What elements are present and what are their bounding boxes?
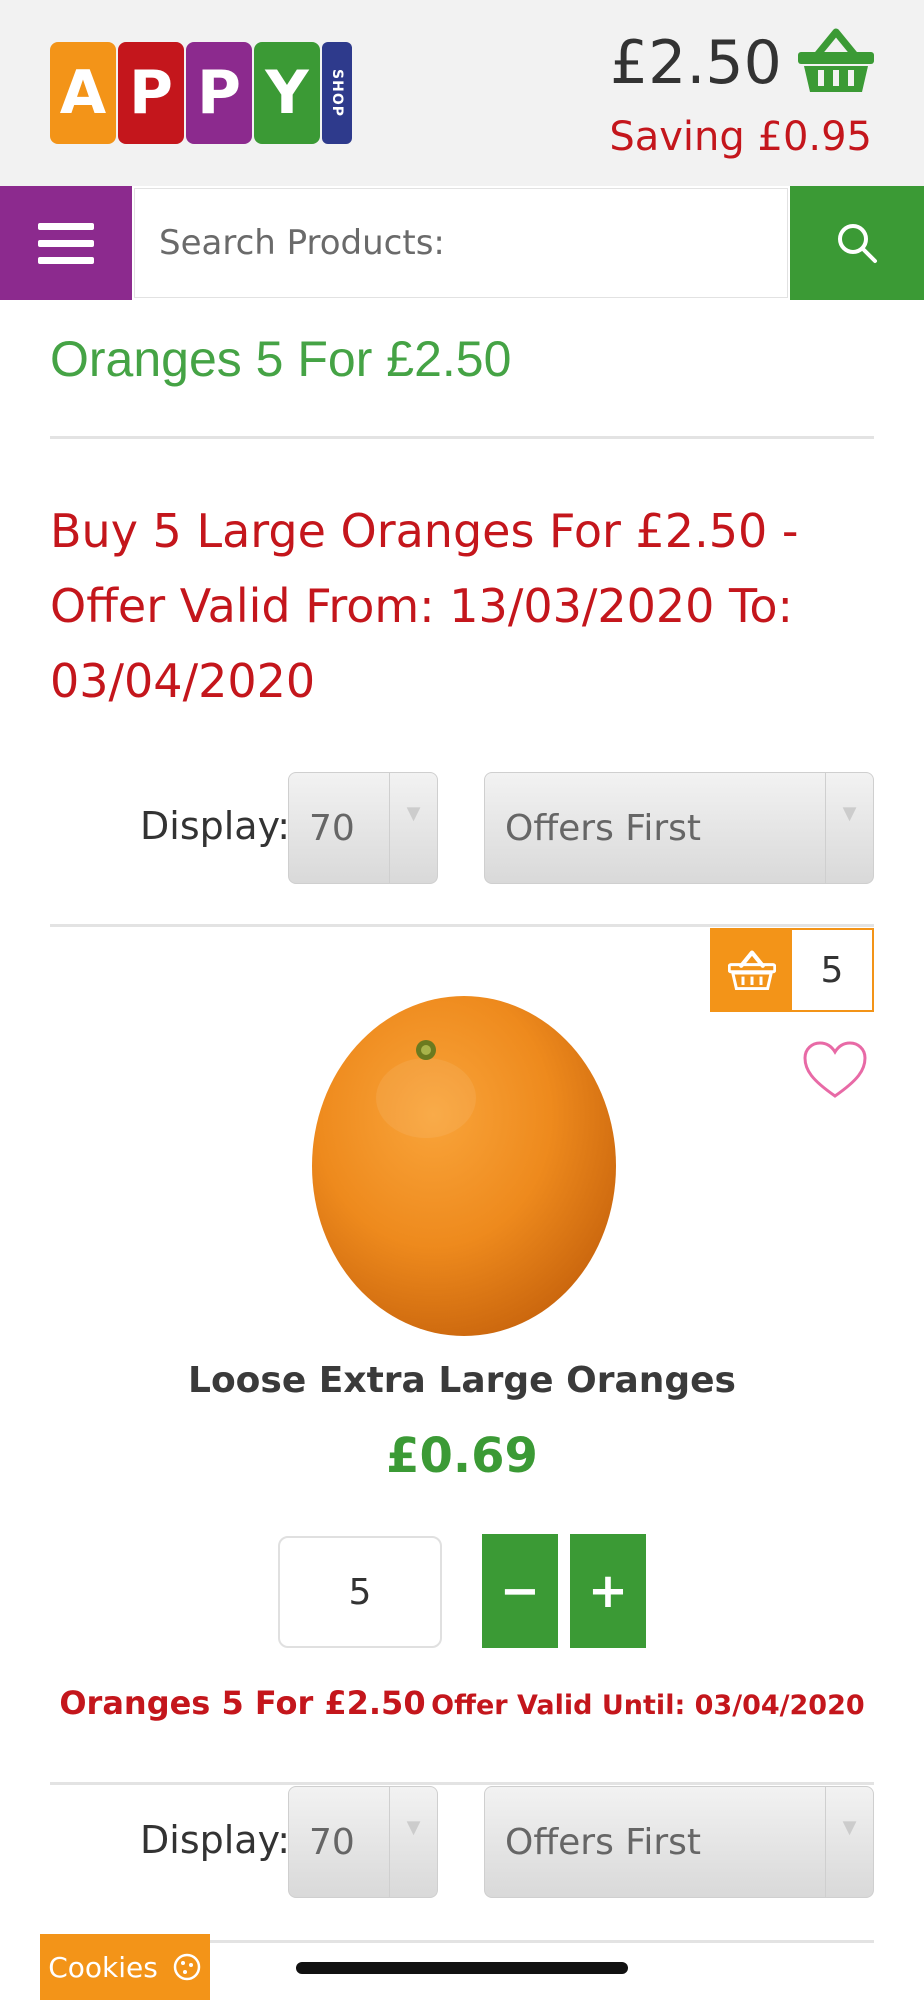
basket-quantity-badge[interactable]: 5 <box>710 928 874 1012</box>
chevron-down-icon: ▼ <box>825 1787 873 1897</box>
logo-letter-y: Y <box>254 42 320 144</box>
per-page-value: 70 <box>309 807 355 849</box>
product-image-orange[interactable] <box>306 988 622 1338</box>
logo-letter-a: A <box>50 42 116 144</box>
cart-total[interactable]: £2.50 <box>610 28 782 98</box>
logo-letter-p: P <box>186 42 252 144</box>
product-name[interactable]: Loose Extra Large Oranges <box>0 1360 924 1401</box>
sort-value: Offers First <box>505 1821 702 1863</box>
per-page-select[interactable]: 70 ▼ <box>288 772 438 884</box>
cookies-label: Cookies <box>48 1950 158 1984</box>
search-button[interactable] <box>790 186 924 300</box>
basket-icon[interactable] <box>796 28 876 94</box>
search-input[interactable] <box>134 188 788 298</box>
menu-button[interactable] <box>0 186 132 300</box>
divider <box>50 924 874 927</box>
offer-valid-until: Offer Valid Until: 03/04/2020 <box>431 1690 865 1721</box>
logo-shop-label: SHOP <box>322 42 352 144</box>
decrease-quantity-button[interactable]: − <box>482 1534 558 1648</box>
offer-description: Buy 5 Large Oranges For £2.50 - Offer Va… <box>50 504 799 708</box>
sort-select-bottom[interactable]: Offers First ▼ <box>484 1786 874 1898</box>
increase-quantity-button[interactable]: + <box>570 1534 646 1648</box>
product-offer[interactable]: Oranges 5 For £2.50 Offer Valid Until: 0… <box>0 1684 924 1722</box>
quantity-input[interactable] <box>278 1536 442 1648</box>
chevron-down-icon: ▼ <box>389 773 437 883</box>
cookie-icon <box>173 1953 201 1981</box>
header: A P P Y SHOP £2.50 Saving £0.95 <box>0 0 924 186</box>
basket-count: 5 <box>820 949 844 991</box>
product-price: £0.69 <box>386 1428 538 1484</box>
logo-letter-p: P <box>118 42 184 144</box>
appy-shop-logo[interactable]: A P P Y SHOP <box>50 42 354 144</box>
divider <box>50 1782 874 1785</box>
per-page-select-bottom[interactable]: 70 ▼ <box>288 1786 438 1898</box>
cookies-button[interactable]: Cookies <box>40 1934 210 2000</box>
favourite-heart-icon[interactable] <box>802 1040 868 1100</box>
hamburger-menu-icon <box>38 213 94 274</box>
display-label: Display: <box>140 804 291 848</box>
basket-icon <box>712 930 792 1010</box>
sort-value: Offers First <box>505 807 702 849</box>
divider <box>50 436 874 439</box>
chevron-down-icon: ▼ <box>825 773 873 883</box>
chevron-down-icon: ▼ <box>389 1787 437 1897</box>
sort-select[interactable]: Offers First ▼ <box>484 772 874 884</box>
saving-amount: Saving £0.95 <box>609 114 872 160</box>
offer-name: Oranges 5 For £2.50 <box>59 1684 426 1722</box>
per-page-value: 70 <box>309 1821 355 1863</box>
display-label: Display: <box>140 1818 291 1862</box>
search-icon <box>838 224 877 263</box>
home-indicator[interactable] <box>296 1962 628 1974</box>
page-title: Oranges 5 For £2.50 <box>50 331 512 387</box>
